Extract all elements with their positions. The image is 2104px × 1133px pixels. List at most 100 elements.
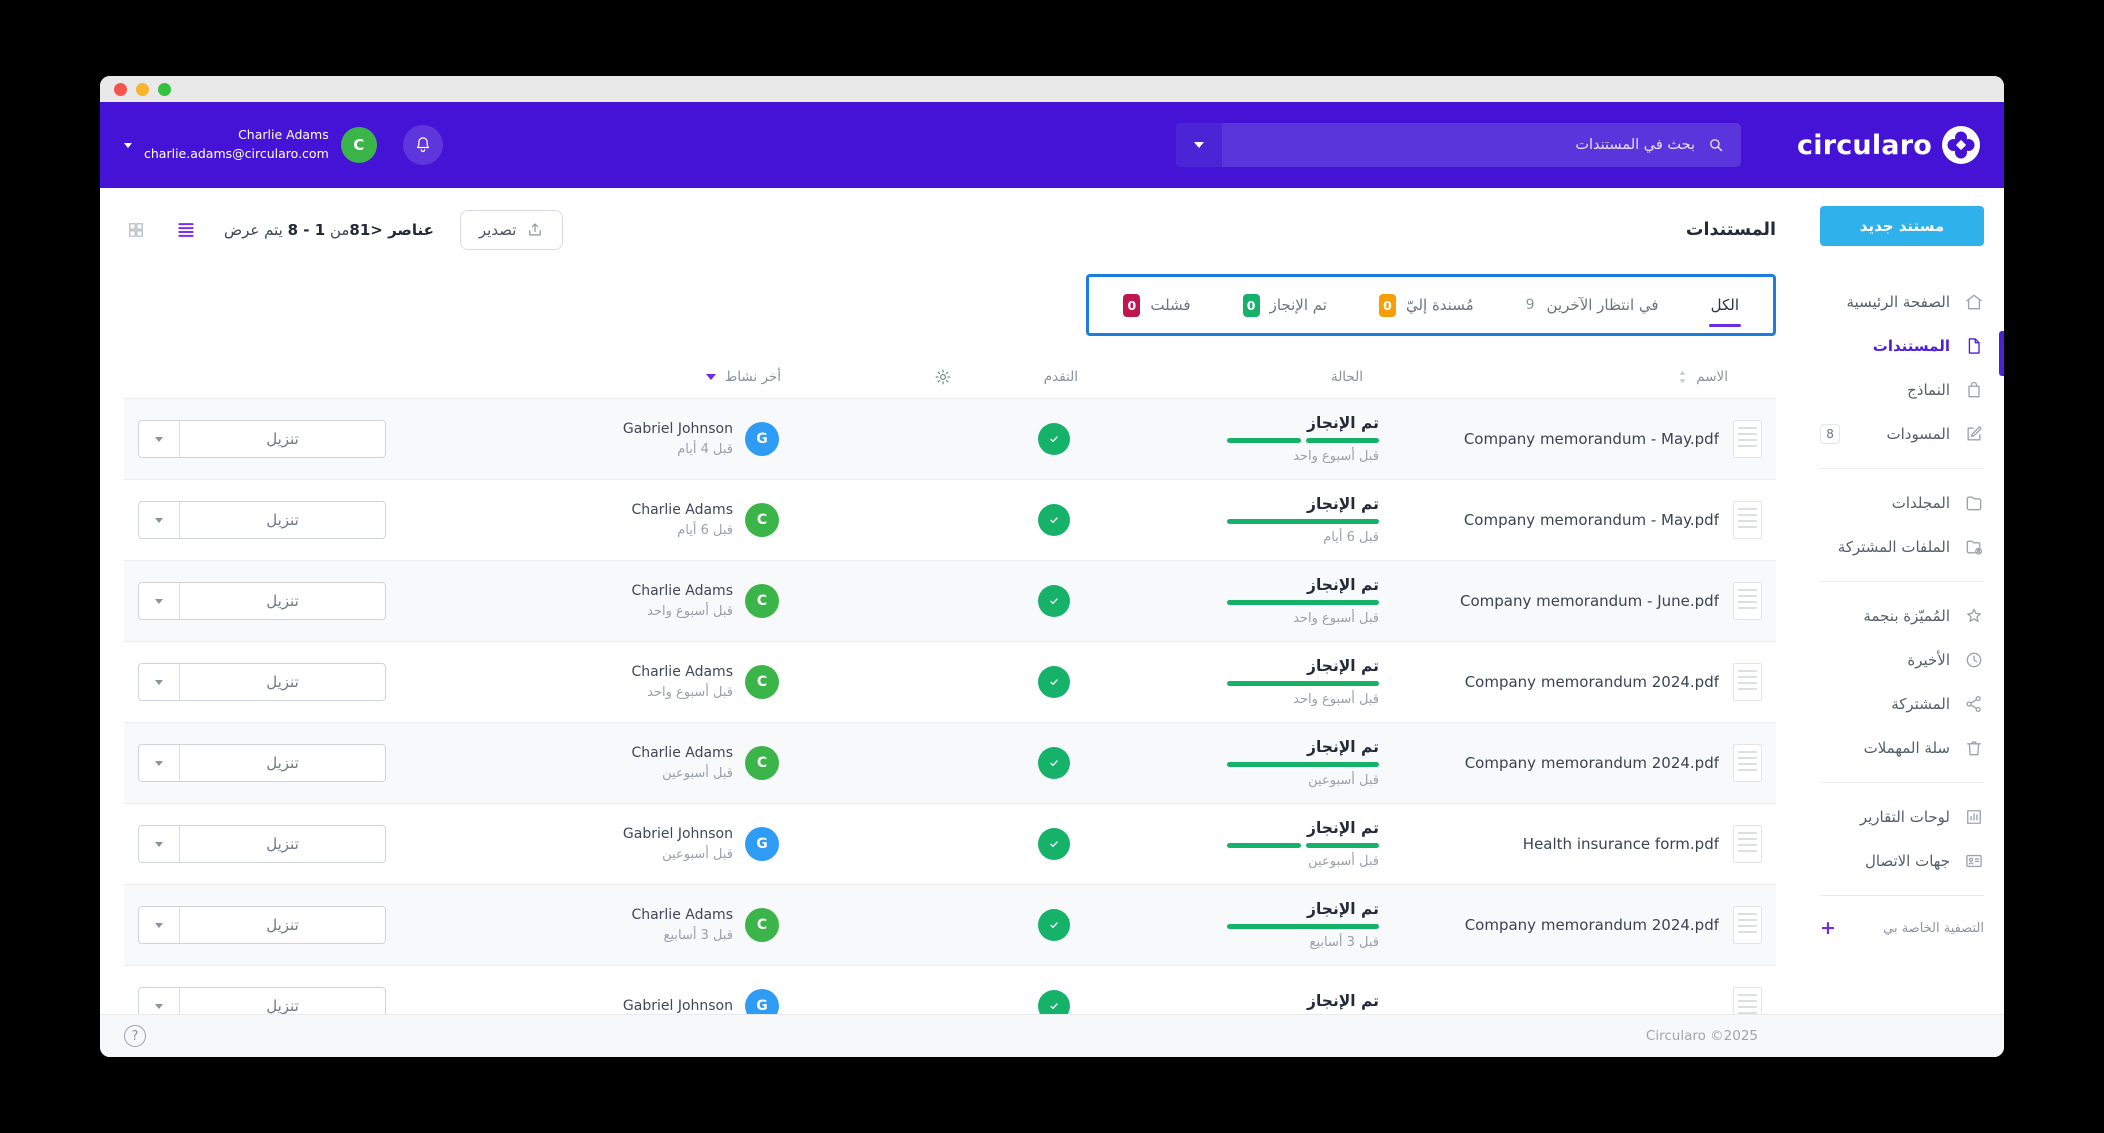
download-button-label[interactable]: تنزيل [180,421,385,457]
close-window-button[interactable] [114,83,127,96]
sidebar-item-my-filter[interactable]: التصفية الخاصة بي+ [1820,908,1984,948]
download-split-button[interactable]: تنزيل [138,825,386,863]
download-options-button[interactable] [139,907,180,943]
document-thumbnail-icon [1733,420,1762,458]
table-row[interactable]: Company memorandum - May.pdf تم الإنجاز … [124,479,1776,560]
contact-card-icon [1964,851,1984,871]
tab-assigned-to-me[interactable]: مُسندة إليّ0 [1353,277,1500,333]
download-button-label[interactable]: تنزيل [180,664,385,700]
logo[interactable]: circularo [1797,126,1980,164]
download-split-button[interactable]: تنزيل [138,663,386,701]
chevron-down-icon [155,1004,163,1009]
actor-name: Charlie Adams [631,662,733,683]
column-settings-button[interactable] [934,368,952,386]
download-options-button[interactable] [139,502,180,538]
sidebar-item-home[interactable]: الصفحة الرئيسية [1820,280,1984,324]
column-header-activity[interactable]: أخر نشاط [481,369,781,385]
add-filter-icon[interactable]: + [1820,917,1836,939]
tab-all[interactable]: الكل [1685,277,1765,333]
sidebar-item-shared-files[interactable]: الملفات المشتركة [1820,525,1984,569]
sidebar-item-trash[interactable]: سلة المهملات [1820,726,1984,770]
tab-completed[interactable]: تم الإنجاز0 [1217,277,1353,333]
sidebar-item-documents[interactable]: المستندات [1820,324,1984,368]
user-menu[interactable]: C Charlie Adams charlie.adams@circularo.… [124,126,377,164]
sidebar-item-starred[interactable]: المُميّزة بنجمة [1820,594,1984,638]
progress-cell [781,828,1136,860]
sidebar-item-shared[interactable]: المشتركة [1820,682,1984,726]
bell-icon [413,135,433,155]
download-button-label[interactable]: تنزيل [180,907,385,943]
grid-view-button[interactable] [124,218,148,242]
app-header: circularo بحث في المستندات C [100,102,2004,188]
download-split-button[interactable]: تنزيل [138,744,386,782]
minimize-window-button[interactable] [136,83,149,96]
tab-count-badge: 0 [1243,294,1260,317]
list-view-button[interactable] [174,218,198,242]
actor-name: Gabriel Johnson [623,824,733,845]
download-split-button[interactable]: تنزيل [138,987,386,1014]
tab-waiting-for-others[interactable]: في انتظار الآخرين9 [1500,277,1685,333]
progress-bar [1227,600,1379,605]
actor-name: Gabriel Johnson [623,996,733,1015]
actor-name: Gabriel Johnson [623,419,733,440]
search-bar[interactable]: بحث في المستندات [1176,123,1741,167]
sidebar-item-drafts[interactable]: المسودات8 [1820,412,1984,456]
table-row[interactable]: Company memorandum 2024.pdf تم الإنجاز ق… [124,641,1776,722]
progress-cell [781,585,1136,617]
download-split-button[interactable]: تنزيل [138,501,386,539]
sidebar-item-contacts[interactable]: جهات الاتصال [1820,839,1984,883]
download-button-label[interactable]: تنزيل [180,826,385,862]
progress-bar-segment [1227,843,1301,848]
document-name: Company memorandum 2024.pdf [1465,673,1719,691]
download-split-button[interactable]: تنزيل [138,582,386,620]
export-button[interactable]: تصدير [460,210,564,250]
download-options-button[interactable] [139,745,180,781]
download-button-label[interactable]: تنزيل [180,988,385,1014]
last-activity-cell: G Gabriel Johnson قبل أسبوعين [481,824,781,865]
documents-table: Company memorandum - May.pdf تم الإنجاز … [124,398,1776,1014]
download-button-label[interactable]: تنزيل [180,745,385,781]
download-split-button[interactable]: تنزيل [138,906,386,944]
table-row[interactable]: تم الإنجاز G Gabriel Johnson تنزيل [124,965,1776,1014]
download-button-label[interactable]: تنزيل [180,502,385,538]
sidebar-item-label: المسودات [1854,425,1950,443]
table-row[interactable]: Company memorandum 2024.pdf تم الإنجاز ق… [124,884,1776,965]
export-icon [526,221,544,239]
download-options-button[interactable] [139,583,180,619]
notifications-button[interactable] [403,125,443,165]
table-row[interactable]: Company memorandum - June.pdf تم الإنجاز… [124,560,1776,641]
sidebar-item-folders[interactable]: المجلدات [1820,481,1984,525]
bag-icon [1964,380,1984,400]
sidebar-item-recent[interactable]: الأخيرة [1820,638,1984,682]
table-row[interactable]: Company memorandum 2024.pdf تم الإنجاز ق… [124,722,1776,803]
download-cell: تنزيل [124,420,481,458]
sidebar-item-report-dashboards[interactable]: لوحات التقارير [1820,795,1984,839]
last-activity-cell: G Gabriel Johnson [481,989,781,1014]
column-header-name[interactable]: الاسم [1391,369,1776,385]
download-options-button[interactable] [139,421,180,457]
sidebar-item-templates[interactable]: النماذج [1820,368,1984,412]
folder-icon [1964,493,1984,513]
status-time: قبل أسبوع واحد [1293,611,1379,626]
help-button[interactable]: ? [124,1025,146,1047]
download-options-button[interactable] [139,988,180,1014]
download-split-button[interactable]: تنزيل [138,420,386,458]
download-options-button[interactable] [139,826,180,862]
star-icon [1964,606,1984,626]
new-document-button[interactable]: مستند جديد [1820,206,1984,246]
tab-failed[interactable]: فشلت0 [1097,277,1216,333]
desktop-background: circularo بحث في المستندات C [0,0,2104,1133]
last-activity-cell: G Gabriel Johnson قبل 4 أيام [481,419,781,460]
status-time: قبل 3 أسابيع [1310,935,1379,950]
table-row[interactable]: Company memorandum - May.pdf تم الإنجاز … [124,398,1776,479]
document-name-cell: Company memorandum 2024.pdf [1391,906,1776,944]
table-row[interactable]: Health insurance form.pdf تم الإنجاز قبل… [124,803,1776,884]
download-button-label[interactable]: تنزيل [180,583,385,619]
search-filter-dropdown[interactable] [1176,123,1222,167]
status-label: تم الإنجاز [1307,414,1379,432]
sidebar-divider [1820,895,1984,896]
zoom-window-button[interactable] [158,83,171,96]
download-options-button[interactable] [139,664,180,700]
status-cell: تم الإنجاز قبل أسبوعين [1136,738,1391,788]
status-time: قبل أسبوعين [1308,854,1379,869]
